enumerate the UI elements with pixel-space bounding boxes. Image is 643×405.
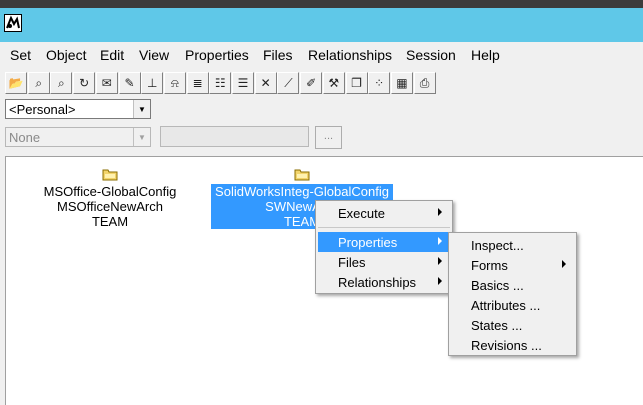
menu-bar: Set Object Edit View Properties Files Re… (0, 42, 643, 68)
submenu-item-inspect[interactable]: Inspect... (451, 235, 574, 255)
binoculars-icon: ⌕ (35, 76, 43, 90)
properties-list-icon: ☷ (214, 76, 226, 90)
list-icon: ☰ (237, 76, 249, 90)
menu-properties[interactable]: Properties (185, 47, 249, 63)
node-name: MSOffice-GlobalConfig (43, 184, 177, 199)
book-icon: ❐ (351, 76, 362, 90)
link-icon: ⟋ (284, 76, 293, 90)
set-combo-value: <Personal> (9, 102, 76, 117)
toolbar-button[interactable]: ✎ (118, 72, 141, 94)
chevron-down-icon[interactable]: ▼ (133, 128, 150, 146)
title-bar[interactable] (0, 8, 643, 42)
submenu-item-revisions[interactable]: Revisions ... (451, 335, 574, 355)
properties-submenu: Inspect... Forms Basics ... Attributes .… (448, 232, 577, 356)
submenu-item-label: Basics ... (471, 278, 524, 293)
toolbar-button[interactable]: ✕ (254, 72, 277, 94)
browse-button[interactable]: ... (315, 126, 342, 149)
folder-icon (102, 169, 118, 181)
node-project: MSOfficeNewArch (57, 199, 163, 214)
toolbar-button[interactable]: ⌕ (27, 72, 50, 94)
mail-icon: ✉ (101, 76, 112, 90)
table-icon: ▦ (396, 76, 408, 90)
toolbar-button[interactable]: ⚒ (322, 72, 345, 94)
tools-icon: ⚒ (328, 76, 340, 90)
set-combo[interactable]: <Personal> ▼ (5, 99, 151, 119)
menu-object[interactable]: Object (46, 47, 86, 63)
filter-text-field[interactable] (160, 126, 309, 147)
printer-icon: ⎙ (419, 76, 430, 90)
submenu-item-label: Revisions ... (471, 338, 542, 353)
menu-session[interactable]: Session (406, 47, 456, 63)
menu-files[interactable]: Files (263, 47, 293, 63)
menu-relationships[interactable]: Relationships (308, 47, 392, 63)
toolbar-button[interactable]: ▦ (390, 72, 413, 94)
submenu-item-label: States ... (471, 318, 523, 333)
context-item-properties[interactable]: Properties (318, 232, 450, 252)
submenu-item-forms[interactable]: Forms (451, 255, 574, 275)
context-item-relationships[interactable]: Relationships (318, 272, 450, 292)
context-item-files[interactable]: Files (318, 252, 450, 272)
toolbar-button[interactable]: ⍾ (163, 72, 186, 94)
open-folder-icon: 📂 (8, 76, 24, 90)
context-item-label: Properties (338, 235, 398, 250)
pencil-icon: ✐ (306, 76, 317, 90)
submenu-item-attributes[interactable]: Attributes ... (451, 295, 574, 315)
window-top-strip (0, 0, 643, 8)
menu-edit[interactable]: Edit (100, 47, 124, 63)
submenu-item-basics[interactable]: Basics ... (451, 275, 574, 295)
context-menu: Execute Properties Files Relationships (315, 200, 453, 294)
toolbar: 📂 ⌕ ⌕ ↻ ✉ ✎ ⊥ ⍾ ≣ ☷ ☰ ✕ ⟋ ✐ ⚒ ❐ ⁘ ▦ ⎙ (0, 70, 643, 96)
submenu-item-label: Forms (471, 258, 508, 273)
submenu-item-label: Inspect... (471, 238, 524, 253)
submenu-item-label: Attributes ... (471, 298, 541, 313)
toolbar-button[interactable]: ⟋ (277, 72, 300, 94)
node-labels: MSOffice-GlobalConfig MSOfficeNewArch TE… (40, 184, 180, 229)
context-item-execute[interactable]: Execute (318, 203, 450, 223)
document-edit-icon: ✎ (124, 76, 135, 90)
context-item-label: Execute (338, 206, 385, 221)
menu-set[interactable]: Set (10, 47, 31, 63)
stamp-icon: ⊥ (146, 76, 158, 90)
report-icon: ≣ (192, 76, 203, 90)
chevron-down-icon[interactable]: ▼ (133, 100, 150, 118)
toolbar-button[interactable]: ✉ (95, 72, 118, 94)
toolbar-button[interactable]: ❐ (345, 72, 368, 94)
menu-separator (318, 227, 450, 228)
expand-icon: ✕ (260, 76, 271, 90)
node-owner: TEAM (91, 214, 129, 229)
toolbar-button[interactable]: ☷ (209, 72, 232, 94)
node-name: SolidWorksInteg-GlobalConfig (215, 184, 389, 199)
submenu-arrow-icon (438, 208, 442, 216)
find-folder-icon: ⌕ (58, 76, 65, 90)
toolbar-button[interactable]: ⁘ (368, 72, 391, 94)
submenu-arrow-icon (562, 260, 566, 268)
toolbar-button[interactable]: ⊥ (141, 72, 164, 94)
dots-icon: ⁘ (374, 76, 385, 90)
toolbar-button[interactable]: 📂 (5, 72, 27, 94)
object-node[interactable]: MSOffice-GlobalConfig MSOfficeNewArch TE… (40, 168, 180, 229)
context-item-label: Relationships (338, 275, 417, 290)
toolbar-button[interactable]: ↻ (73, 72, 96, 94)
toolbar-button[interactable]: ⌕ (50, 72, 73, 94)
filter-combo[interactable]: None ▼ (5, 127, 151, 147)
toolbar-button[interactable]: ≣ (186, 72, 209, 94)
bell-icon: ⍾ (170, 76, 179, 90)
menu-help[interactable]: Help (471, 47, 500, 63)
submenu-arrow-icon (438, 257, 442, 265)
submenu-arrow-icon (438, 277, 442, 285)
context-item-label: Files (338, 255, 366, 270)
document-refresh-icon: ↻ (79, 76, 90, 90)
filter-combo-value: None (9, 130, 41, 145)
toolbar-button[interactable]: ☰ (232, 72, 254, 94)
app-logo-icon[interactable] (4, 14, 22, 32)
submenu-item-states[interactable]: States ... (451, 315, 574, 335)
menu-view[interactable]: View (139, 47, 169, 63)
submenu-arrow-icon (438, 237, 442, 245)
toolbar-button[interactable]: ⎙ (413, 72, 436, 94)
folder-icon (294, 169, 310, 181)
toolbar-button[interactable]: ✐ (300, 72, 323, 94)
